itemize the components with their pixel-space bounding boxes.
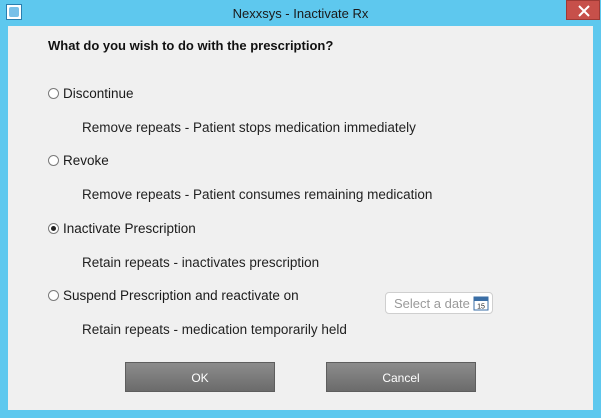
calendar-icon[interactable]: 15 [473,295,489,311]
option-suspend-description: Retain repeats - medication temporarily … [82,322,347,337]
cancel-button[interactable]: Cancel [326,362,476,392]
radio-inactivate[interactable] [48,223,59,234]
ok-button[interactable]: OK [125,362,275,392]
option-inactivate[interactable]: Inactivate Prescription [48,221,196,236]
title-bar: Nexxsys - Inactivate Rx [0,0,601,26]
option-revoke[interactable]: Revoke [48,153,109,168]
date-placeholder: Select a date [394,296,470,311]
option-suspend-label: Suspend Prescription and reactivate on [63,288,299,303]
dialog-question: What do you wish to do with the prescrip… [48,38,334,53]
reactivate-date-picker[interactable]: Select a date 15 [385,292,493,314]
radio-discontinue[interactable] [48,88,59,99]
option-discontinue[interactable]: Discontinue [48,86,134,101]
option-inactivate-description: Retain repeats - inactivates prescriptio… [82,255,320,270]
option-inactivate-label: Inactivate Prescription [63,221,196,236]
option-revoke-description: Remove repeats - Patient consumes remain… [82,187,433,202]
option-discontinue-description: Remove repeats - Patient stops medicatio… [82,120,416,135]
option-revoke-label: Revoke [63,153,109,168]
dialog-body: What do you wish to do with the prescrip… [8,26,593,410]
option-discontinue-label: Discontinue [63,86,134,101]
option-suspend[interactable]: Suspend Prescription and reactivate on [48,288,299,303]
radio-suspend[interactable] [48,290,59,301]
svg-text:15: 15 [477,304,485,311]
close-icon [578,5,590,17]
radio-revoke[interactable] [48,155,59,166]
window-title: Nexxsys - Inactivate Rx [232,6,369,21]
close-button[interactable] [566,0,600,20]
